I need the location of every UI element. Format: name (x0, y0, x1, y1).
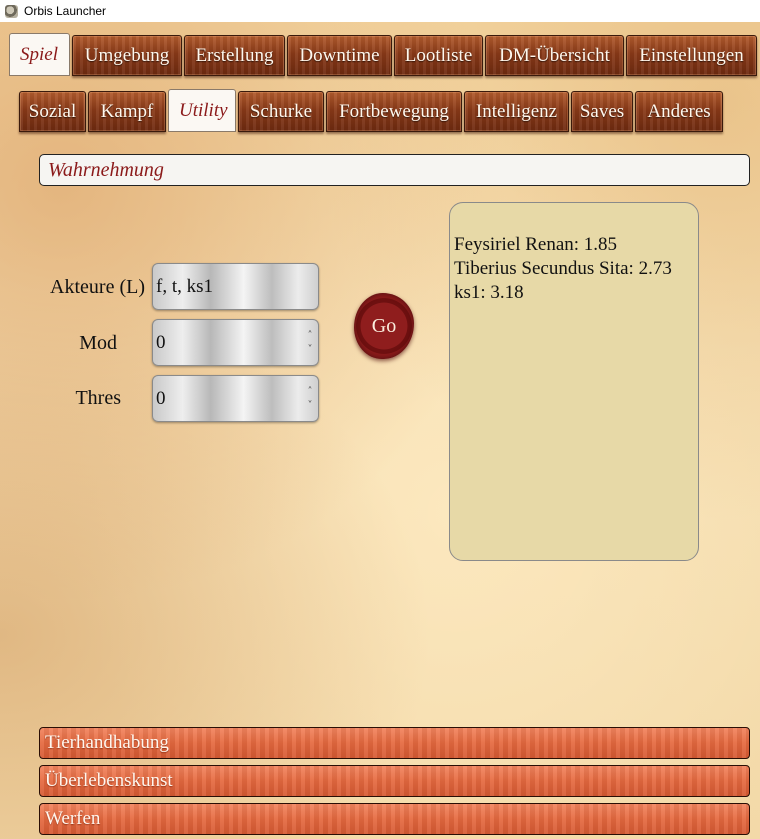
go-button-label: Go (371, 314, 397, 337)
tab-downtime[interactable]: Downtime (287, 35, 392, 76)
mod-value: 0 (156, 332, 166, 353)
section-werfen[interactable]: Werfen (39, 803, 750, 835)
tab-umgebung[interactable]: Umgebung (72, 35, 182, 76)
tab-sozial[interactable]: Sozial (19, 91, 86, 132)
result-line: ks1: 3.18 (454, 282, 524, 303)
thres-label: Thres (75, 387, 121, 409)
title-bar: Orbis Launcher (0, 0, 760, 22)
tab-einstellungen[interactable]: Einstellungen (626, 35, 757, 76)
tab-utility[interactable]: Utility (168, 89, 236, 132)
actors-input[interactable]: f, t, ks1 (152, 263, 319, 310)
app-icon (5, 4, 18, 18)
section-tierhandhabung[interactable]: Tierhandhabung (39, 727, 750, 759)
tab-fortbewegung[interactable]: Fortbewegung (326, 91, 462, 132)
mod-spinbox[interactable]: 0 ˄ ˅ (152, 319, 319, 366)
tab-spiel[interactable]: Spiel (9, 33, 70, 76)
sub-tab-bar: Sozial Kampf Utility Schurke Fortbewegun… (19, 89, 725, 132)
tab-kampf[interactable]: Kampf (88, 91, 166, 132)
thres-spinbox[interactable]: 0 ˄ ˅ (152, 375, 319, 422)
spin-arrows-icon[interactable]: ˄ ˅ (305, 385, 315, 413)
tab-anderes[interactable]: Anderes (635, 91, 723, 132)
result-line: Feysiriel Renan: 1.85 (454, 234, 618, 255)
actors-value: f, t, ks1 (156, 276, 213, 297)
actors-label: Akteure (L) (50, 276, 145, 298)
tab-saves[interactable]: Saves (571, 91, 633, 132)
result-output: Feysiriel Renan: 1.85 Tiberius Secundus … (449, 202, 699, 561)
main-tab-bar: Spiel Umgebung Erstellung Downtime Lootl… (9, 33, 759, 76)
tab-schurke[interactable]: Schurke (238, 91, 324, 132)
tab-dm-uebersicht[interactable]: DM-Übersicht (485, 35, 624, 76)
window-title: Orbis Launcher (24, 4, 107, 18)
section-ueberlebenskunst[interactable]: Überlebenskunst (39, 765, 750, 797)
tab-erstellung[interactable]: Erstellung (184, 35, 285, 76)
tab-intelligenz[interactable]: Intelligenz (464, 91, 569, 132)
result-line: Tiberius Secundus Sita: 2.73 (454, 258, 672, 279)
skill-search-input[interactable]: Wahrnehmung (39, 154, 750, 186)
spin-arrows-icon[interactable]: ˄ ˅ (305, 329, 315, 357)
thres-value: 0 (156, 388, 166, 409)
tab-lootliste[interactable]: Lootliste (394, 35, 483, 76)
mod-label: Mod (79, 332, 117, 354)
